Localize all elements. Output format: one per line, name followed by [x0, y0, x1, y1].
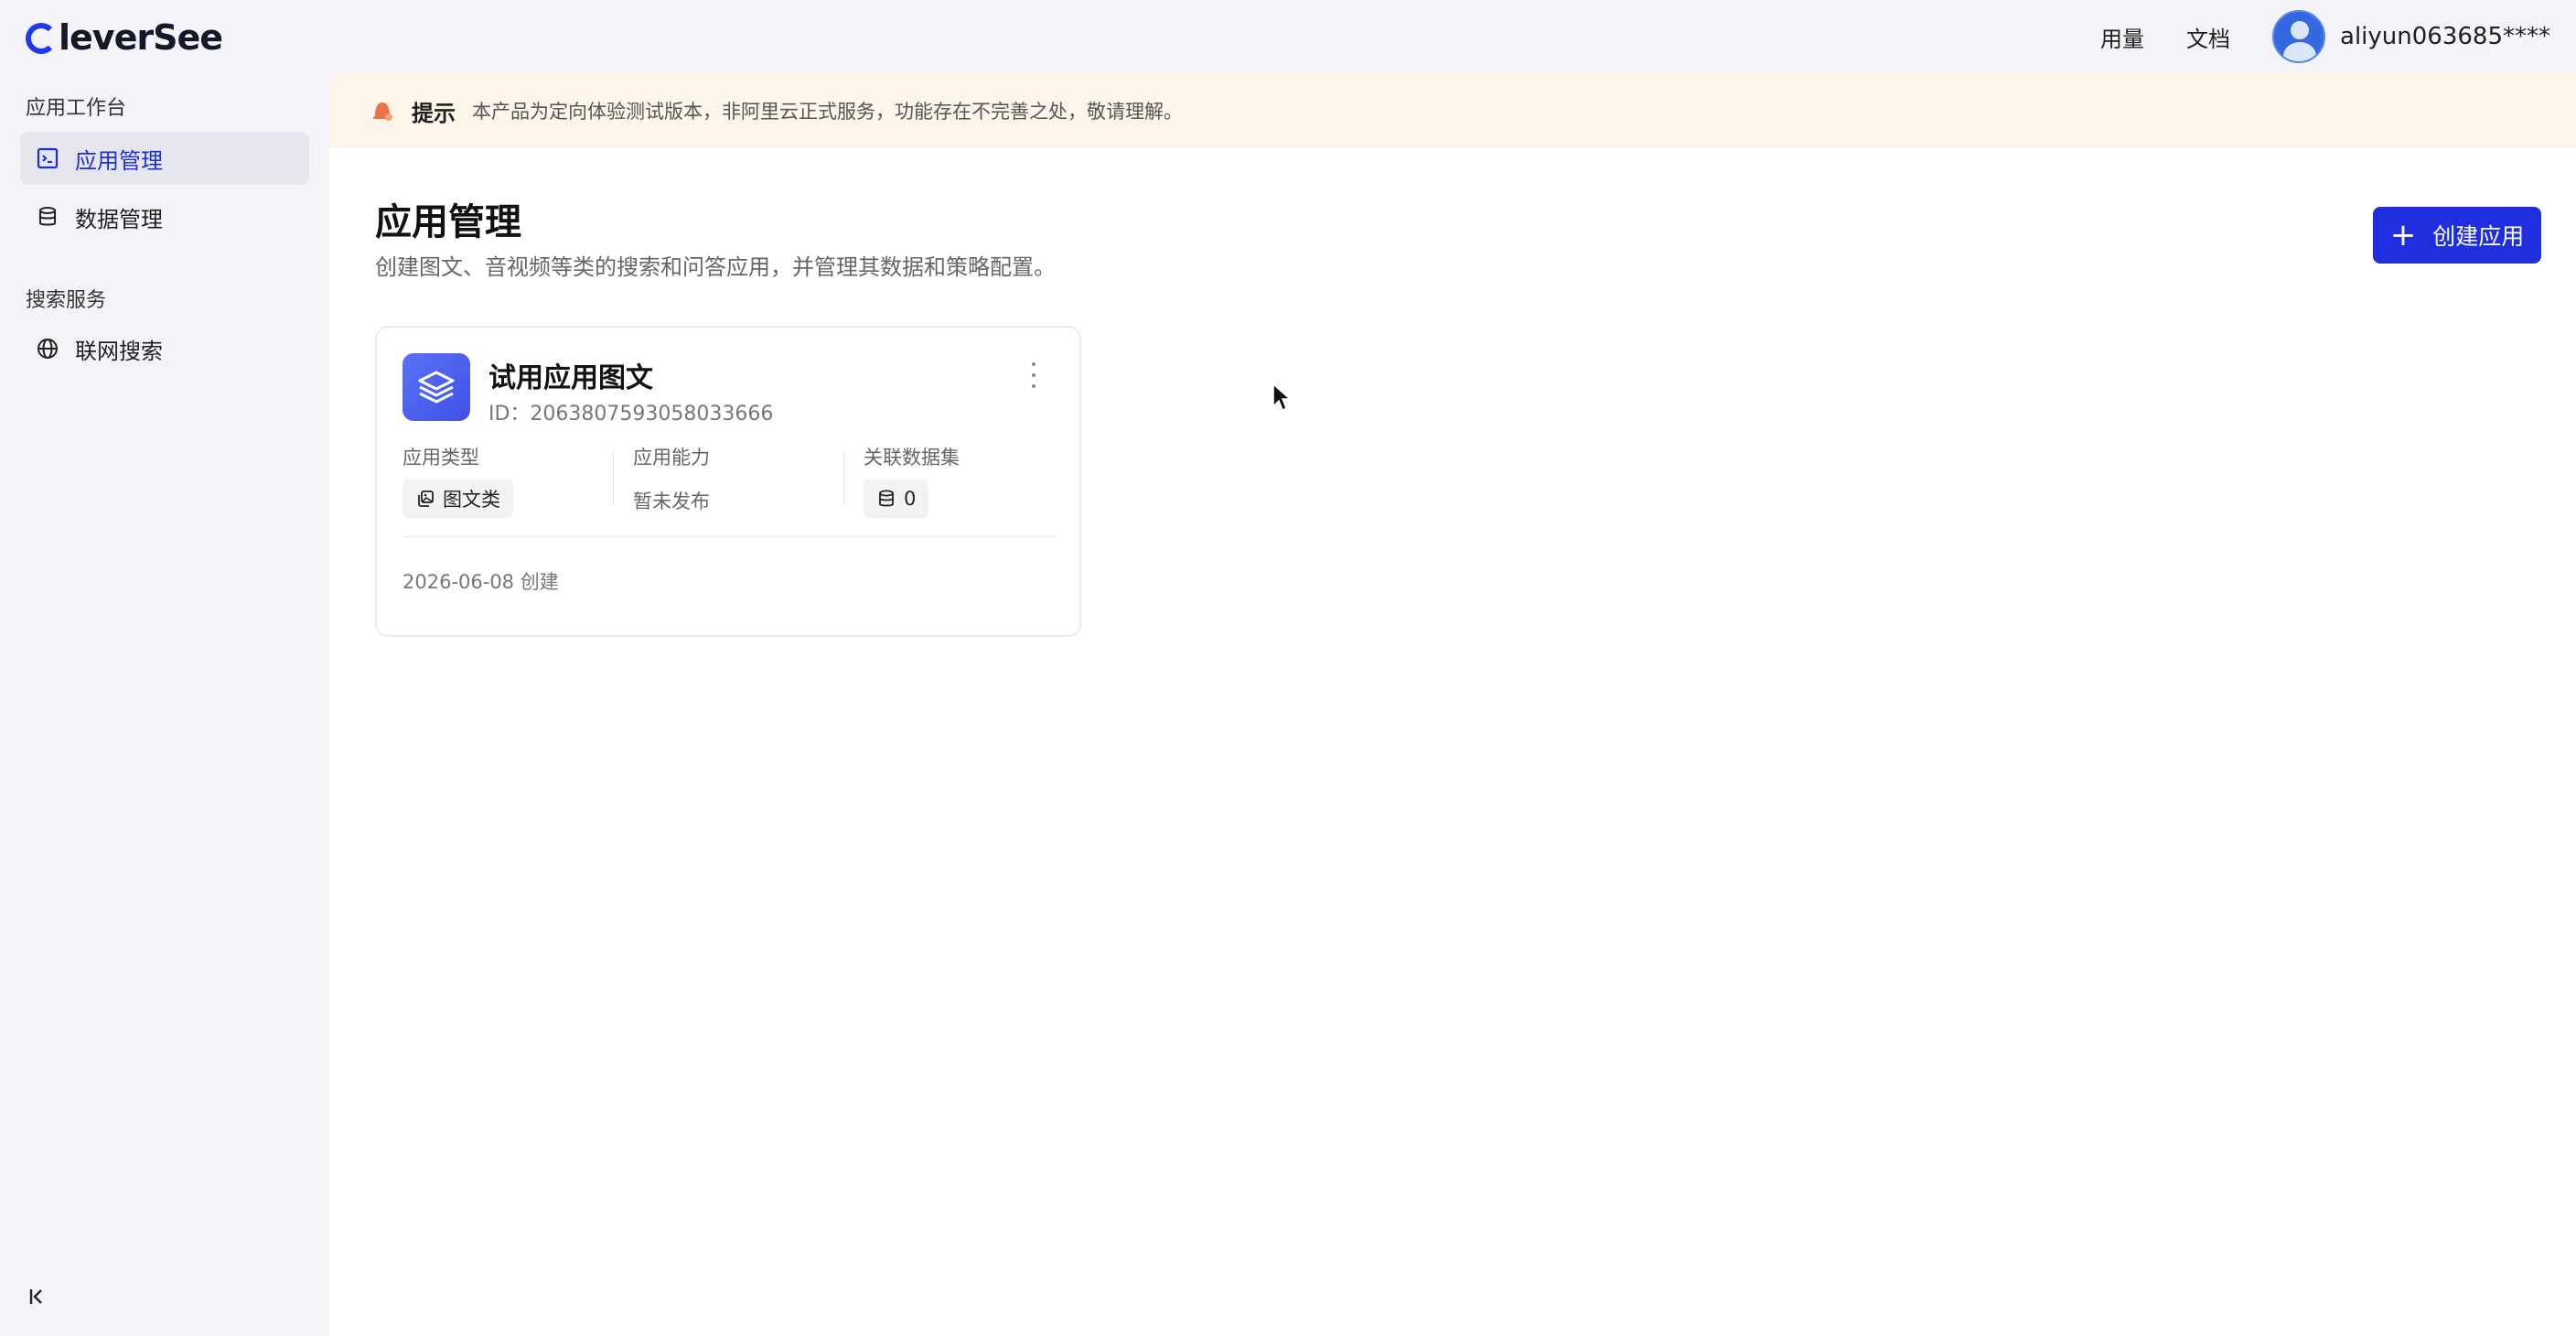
sidebar-group-title-search: 搜索服务	[26, 289, 107, 312]
brand-logo[interactable]: leverSee	[26, 16, 223, 59]
app-id: ID：2063807593058033666	[488, 403, 774, 426]
app-name[interactable]: 试用应用图文	[488, 355, 653, 395]
avatar[interactable]	[2272, 10, 2326, 63]
column-divider	[843, 450, 844, 505]
dataset-count-tag[interactable]: 0	[864, 479, 929, 518]
database-icon	[876, 489, 896, 509]
page-description: 创建图文、音视频等类的搜索和问答应用，并管理其数据和策略配置。	[375, 254, 1056, 280]
notice-text: 本产品为定向体验测试版本，非阿里云正式服务，功能存在不完善之处，敬请理解。	[472, 101, 1183, 123]
sidebar-group-title-workspace: 应用工作台	[26, 97, 127, 120]
username[interactable]: aliyun063685****	[2340, 23, 2550, 50]
sidebar: 应用工作台 应用管理 数据管理 搜索服务 联网搜索	[0, 73, 329, 1336]
page-title: 应用管理	[375, 201, 521, 243]
notice-banner: 提示 本产品为定向体验测试版本，非阿里云正式服务，功能存在不完善之处，敬请理解。	[329, 73, 2576, 148]
app-capability-label: 应用能力	[633, 447, 710, 469]
image-text-icon	[415, 489, 435, 509]
app-type-tag: 图文类	[402, 479, 513, 518]
sidebar-item-label: 数据管理	[75, 206, 163, 232]
brand-name: leverSee	[59, 17, 223, 58]
create-app-button[interactable]: + 创建应用	[2373, 207, 2541, 264]
collapse-left-icon[interactable]	[27, 1287, 53, 1312]
notice-title: 提示	[412, 100, 456, 126]
app-type-label: 应用类型	[402, 447, 479, 469]
column-divider	[613, 450, 614, 505]
layers-icon	[402, 353, 470, 421]
usage-link[interactable]: 用量	[2100, 21, 2144, 53]
sidebar-item-label: 应用管理	[75, 147, 163, 174]
created-date: 2026-06-08 创建	[402, 571, 559, 593]
app-capability-value: 暂未发布	[633, 490, 710, 512]
card-divider	[402, 536, 1057, 537]
mouse-cursor-icon	[1272, 382, 1292, 414]
logo-c-mark	[26, 23, 57, 54]
sidebar-item-label: 联网搜索	[75, 338, 163, 364]
sidebar-item-data-management[interactable]: 数据管理	[20, 190, 309, 243]
database-icon	[35, 204, 60, 230]
dataset-count: 0	[904, 488, 917, 510]
docs-link[interactable]: 文档	[2186, 21, 2230, 53]
main-panel: 提示 本产品为定向体验测试版本，非阿里云正式服务，功能存在不完善之处，敬请理解。…	[329, 73, 2576, 1336]
top-header: leverSee 用量 文档 aliyun063685****	[0, 0, 2576, 73]
app-terminal-icon	[35, 145, 60, 171]
globe-icon	[35, 336, 60, 361]
create-app-label: 创建应用	[2432, 223, 2525, 250]
sidebar-item-app-management[interactable]: 应用管理	[20, 132, 309, 185]
plus-icon: +	[2389, 217, 2417, 253]
header-actions: 用量 文档 aliyun063685****	[2100, 10, 2550, 63]
app-type-value: 图文类	[443, 489, 500, 511]
sidebar-item-web-search[interactable]: 联网搜索	[20, 322, 309, 375]
bell-icon	[370, 98, 395, 124]
more-vertical-icon[interactable]	[1028, 362, 1039, 388]
dataset-label: 关联数据集	[864, 447, 960, 469]
app-card[interactable]: 试用应用图文 ID：2063807593058033666 应用类型 图文类 应…	[375, 326, 1081, 637]
